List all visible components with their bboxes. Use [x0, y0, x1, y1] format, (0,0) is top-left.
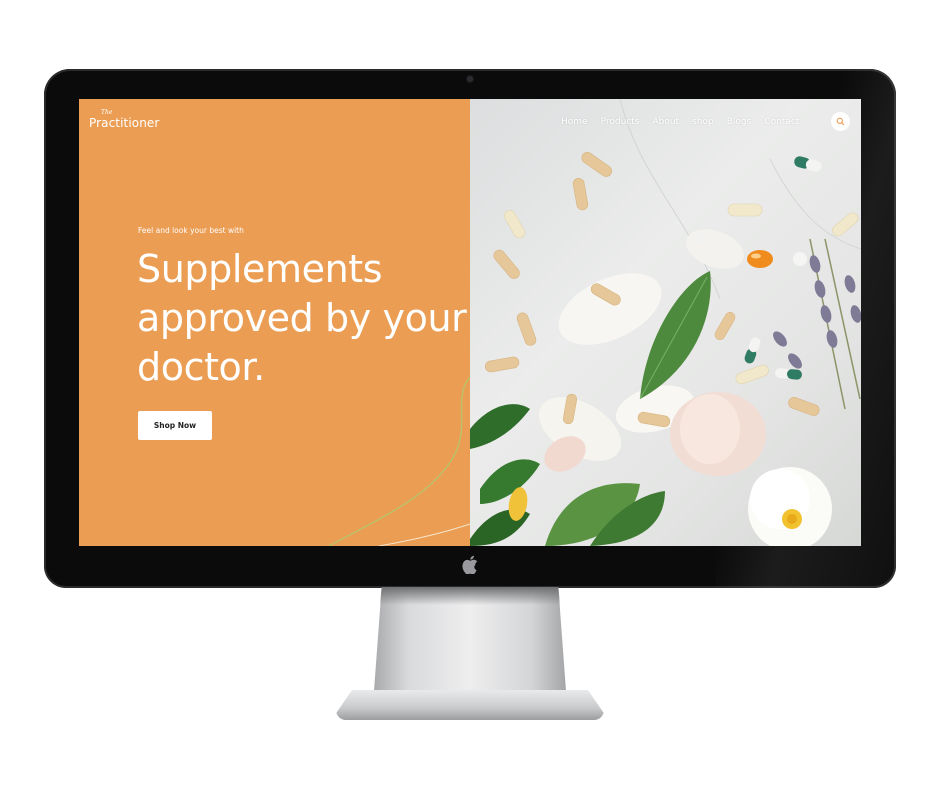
nav-item-blogs[interactable]: Blogs [727, 117, 752, 127]
logo-wordmark: Practitioner [89, 116, 160, 130]
monitor-stand-shadow [379, 587, 561, 605]
nav-item-about[interactable]: About [652, 117, 679, 127]
camera-icon [467, 76, 473, 82]
website-screen: The Practitioner Home Products About sho… [79, 99, 861, 546]
nav-item-contact[interactable]: Contact [764, 117, 799, 127]
nav-item-shop[interactable]: shop [692, 117, 714, 127]
nav-item-products[interactable]: Products [601, 117, 640, 127]
site-logo[interactable]: The Practitioner [89, 109, 159, 130]
hero-headline: Supplements approved by your doctor. [137, 247, 467, 389]
monitor-stand-base [336, 690, 604, 720]
apple-logo-icon [459, 555, 481, 577]
search-icon [836, 117, 845, 126]
hero-tagline: Feel and look your best with [138, 226, 244, 235]
search-button[interactable] [831, 112, 850, 131]
shop-now-button[interactable]: Shop Now [138, 411, 212, 440]
main-nav: Home Products About shop Blogs Contact [561, 112, 812, 132]
nav-item-home[interactable]: Home [561, 117, 588, 127]
logo-prefix: The [101, 109, 113, 116]
